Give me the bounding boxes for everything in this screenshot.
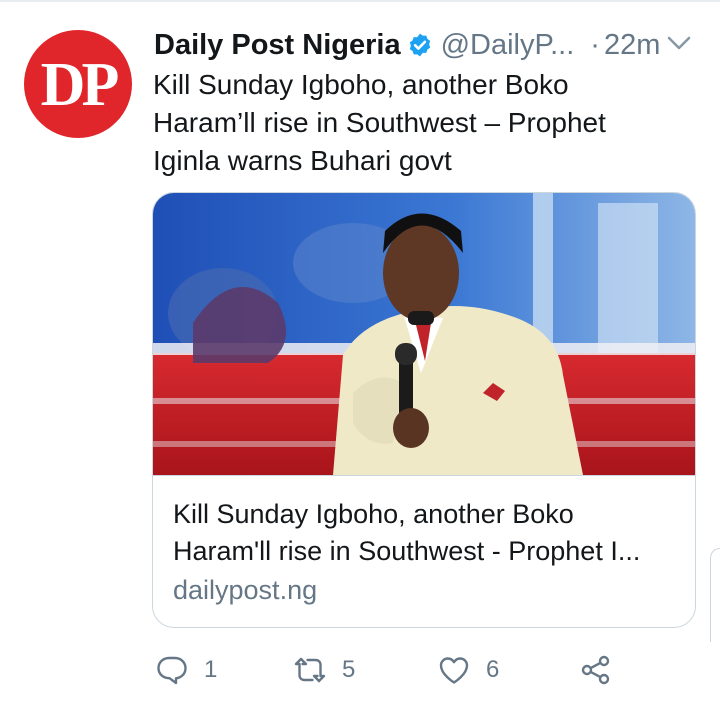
tweet-header: Daily Post Nigeria @DailyP... · 22m (154, 26, 702, 64)
reply-count: 1 (204, 656, 218, 683)
card-title: Kill Sunday Igboho, another Boko Haram'l… (173, 496, 683, 570)
tweet-actions: 1 5 6 (156, 650, 626, 690)
tweet-timestamp[interactable]: 22m (604, 29, 660, 62)
header-separator: · (590, 28, 600, 61)
like-count: 6 (486, 656, 500, 683)
author-name[interactable]: Daily Post Nigeria (154, 29, 401, 62)
reply-icon (157, 656, 187, 685)
avatar-logo-text: DP (40, 51, 120, 119)
top-divider (0, 0, 720, 2)
tweet-text-line: Iginla warns Buhari govt (153, 145, 452, 176)
card-title-line: Kill Sunday Igboho, another Boko (173, 499, 574, 529)
retweet-count: 5 (342, 656, 356, 683)
retweet-icon (294, 657, 326, 683)
card-body[interactable]: Kill Sunday Igboho, another Boko Haram'l… (153, 475, 695, 627)
link-card[interactable]: Kill Sunday Igboho, another Boko Haram'l… (152, 192, 696, 628)
like-button[interactable]: 6 (438, 650, 499, 690)
chevron-down-icon[interactable] (666, 34, 692, 52)
reply-button[interactable]: 1 (156, 650, 217, 690)
share-button[interactable] (580, 650, 612, 690)
like-icon (439, 657, 469, 684)
verified-badge-icon (409, 33, 430, 57)
retweet-button[interactable]: 5 (294, 650, 355, 690)
tweet-text-line: Haram’ll rise in Southwest – Prophet (153, 107, 606, 138)
card-image[interactable] (153, 193, 695, 475)
card-domain: dailypost.ng (173, 575, 318, 605)
avatar[interactable]: DP (24, 30, 132, 138)
author-handle[interactable]: @DailyP... (441, 29, 575, 62)
share-icon (581, 655, 610, 685)
card-title-line: Haram'll rise in Southwest - Prophet I..… (173, 536, 641, 566)
tweet-text: Kill Sunday Igboho, another Boko Haram’l… (153, 66, 673, 180)
partial-card-edge (710, 548, 720, 642)
tweet-text-line: Kill Sunday Igboho, another Boko (153, 69, 569, 100)
